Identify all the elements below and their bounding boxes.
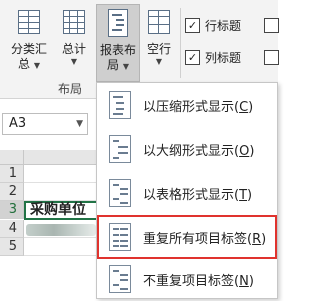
menu-item-outline-form[interactable]: 以大纲形式显示(O) (97, 127, 277, 171)
blank-rows-label: 空行 (146, 42, 171, 56)
grand-totals-button[interactable]: 总计 ▼ (54, 4, 94, 80)
cell-a3[interactable]: 采购单位 (24, 201, 100, 220)
menu-item-repeat-all-labels[interactable]: 重复所有项目标签(R) (97, 215, 277, 259)
row-headers-label: 行标题 (205, 18, 242, 33)
subtotals-icon (16, 8, 42, 38)
repeat-all-labels-label: 重复所有项目标签(R) (143, 231, 267, 247)
column-headers-checkbox[interactable]: ✓ (185, 49, 200, 65)
report-layout-label-2: 局 ▼ (107, 58, 129, 72)
row-headers-option[interactable]: ✓ 行标题 (185, 16, 241, 34)
outline-form-label: 以大纲形式显示(O) (143, 143, 255, 159)
menu-item-tabular-form[interactable]: 以表格形式显示(T) (97, 171, 277, 215)
outline-form-icon (109, 135, 131, 163)
no-repeat-labels-label: 不重复项目标签(N) (143, 273, 254, 289)
report-layout-menu: 以压缩形式显示(C) 以大纲形式显示(O) 以表格形式显示(T) 重复所有项目标… (96, 82, 278, 299)
column-headers-option[interactable]: ✓ 列标题 (185, 48, 241, 66)
layout-group-label: 布局 (58, 82, 83, 96)
blank-rows-caret-icon: ▼ (155, 57, 163, 66)
name-box-dropdown-icon[interactable]: ▼ (76, 114, 83, 134)
row-2-cells[interactable] (24, 183, 100, 201)
row-header-5[interactable]: 5 (0, 238, 24, 256)
tabular-form-label: 以表格形式显示(T) (143, 187, 253, 203)
compact-form-icon (109, 91, 131, 119)
column-header-a[interactable] (24, 150, 100, 165)
report-layout-icon (105, 9, 131, 39)
no-repeat-labels-icon (109, 265, 131, 293)
grand-totals-icon (61, 8, 87, 38)
row-header-1[interactable]: 1 (0, 165, 24, 183)
blank-rows-icon (146, 8, 172, 38)
menu-item-compact-form[interactable]: 以压缩形式显示(C) (97, 83, 277, 127)
blank-rows-button[interactable]: 空行 ▼ (142, 4, 176, 80)
subtotals-button[interactable]: 分类汇 总 ▼ (4, 4, 54, 80)
report-layout-label-1: 报表布 (99, 43, 136, 57)
row-headers-checkbox[interactable]: ✓ (185, 17, 200, 33)
row-header-2[interactable]: 2 (0, 183, 24, 201)
repeat-labels-icon (109, 223, 131, 251)
grand-totals-caret-icon: ▼ (70, 57, 78, 66)
compact-form-label: 以压缩形式显示(C) (143, 99, 254, 115)
banded-rows-checkbox[interactable] (264, 18, 279, 33)
column-headers-label: 列标题 (205, 50, 242, 65)
name-box[interactable]: A3 ▼ (2, 113, 88, 135)
tabular-form-icon (109, 179, 131, 207)
row-header-3[interactable]: 3 (0, 201, 24, 219)
name-box-value: A3 (9, 116, 27, 131)
row-5-cells[interactable] (24, 238, 100, 256)
worksheet-grid: 1 2 3 采购单位 4 5 (0, 150, 100, 299)
select-all-corner[interactable] (0, 150, 24, 165)
subtotals-label-1: 分类汇 (10, 42, 47, 56)
grand-totals-label: 总计 (61, 42, 86, 56)
menu-item-no-repeat-labels[interactable]: 不重复项目标签(N) (97, 257, 277, 301)
row-1-cells[interactable] (24, 165, 100, 183)
subtotals-label-2: 总 ▼ (18, 57, 40, 71)
ribbon-separator (180, 8, 181, 78)
report-layout-button[interactable]: 报表布 局 ▼ (96, 4, 140, 82)
blurred-cell-content (26, 224, 96, 236)
banded-columns-checkbox[interactable] (264, 50, 279, 65)
row-header-4[interactable]: 4 (0, 220, 24, 238)
